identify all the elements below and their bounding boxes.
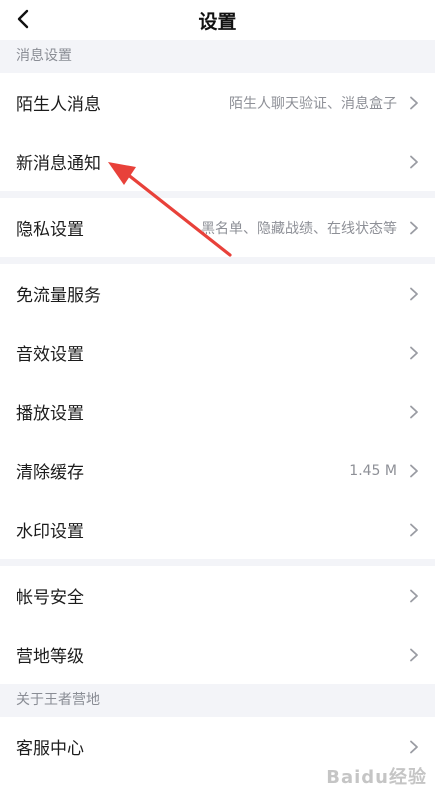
row-value: 黑名单、隐藏战绩、在线状态等 xyxy=(201,220,397,237)
row-data-free-service[interactable]: 免流量服务 xyxy=(0,264,435,323)
row-playback-settings[interactable]: 播放设置 xyxy=(0,382,435,441)
row-sound-settings[interactable]: 音效设置 xyxy=(0,323,435,382)
chevron-right-icon xyxy=(410,155,418,168)
row-value: 陌生人聊天验证、消息盒子 xyxy=(229,95,397,112)
row-privacy-settings[interactable]: 隐私设置 黑名单、隐藏战绩、在线状态等 xyxy=(0,198,435,257)
section-label-about: 关于王者营地 xyxy=(16,692,100,708)
group-account: 帐号安全 营地等级 xyxy=(0,566,435,684)
row-label: 清除缓存 xyxy=(16,463,84,483)
row-label: 客服中心 xyxy=(16,739,84,759)
back-button[interactable] xyxy=(10,6,36,32)
row-watermark-settings[interactable]: 水印设置 xyxy=(0,500,435,559)
row-clear-cache[interactable]: 清除缓存 1.45 M xyxy=(0,441,435,500)
group-privacy: 隐私设置 黑名单、隐藏战绩、在线状态等 xyxy=(0,198,435,257)
row-label: 隐私设置 xyxy=(16,220,84,240)
chevron-right-icon xyxy=(410,740,418,753)
row-label: 帐号安全 xyxy=(16,588,84,608)
row-label: 播放设置 xyxy=(16,404,84,424)
divider xyxy=(0,191,435,198)
chevron-right-icon xyxy=(410,221,418,234)
row-label: 营地等级 xyxy=(16,647,84,667)
row-label: 水印设置 xyxy=(16,522,84,542)
row-label: 陌生人消息 xyxy=(16,95,101,115)
nav-bar: 设置 xyxy=(0,0,435,40)
page-title: 设置 xyxy=(198,10,237,33)
baidu-watermark: Baidu经验 xyxy=(326,767,427,788)
chevron-right-icon xyxy=(410,523,418,536)
chevron-right-icon xyxy=(410,464,418,477)
row-stranger-messages[interactable]: 陌生人消息 陌生人聊天验证、消息盒子 xyxy=(0,73,435,132)
row-label: 新消息通知 xyxy=(16,154,101,174)
chevron-right-icon xyxy=(410,589,418,602)
chevron-right-icon xyxy=(410,287,418,300)
row-new-message-notification[interactable]: 新消息通知 xyxy=(0,132,435,191)
chevron-left-icon xyxy=(17,9,29,29)
divider xyxy=(0,559,435,566)
row-label: 免流量服务 xyxy=(16,286,101,306)
section-label-message: 消息设置 xyxy=(16,48,72,64)
row-camp-level[interactable]: 营地等级 xyxy=(0,625,435,684)
chevron-right-icon xyxy=(410,96,418,109)
chevron-right-icon xyxy=(410,346,418,359)
row-label: 音效设置 xyxy=(16,345,84,365)
cache-size: 1.45 M xyxy=(349,462,397,479)
divider xyxy=(0,257,435,264)
chevron-right-icon xyxy=(410,648,418,661)
row-account-security[interactable]: 帐号安全 xyxy=(0,566,435,625)
group-message: 陌生人消息 陌生人聊天验证、消息盒子 新消息通知 xyxy=(0,73,435,191)
chevron-right-icon xyxy=(410,405,418,418)
group-general: 免流量服务 音效设置 播放设置 清除缓存 1.45 M 水印设置 xyxy=(0,264,435,559)
